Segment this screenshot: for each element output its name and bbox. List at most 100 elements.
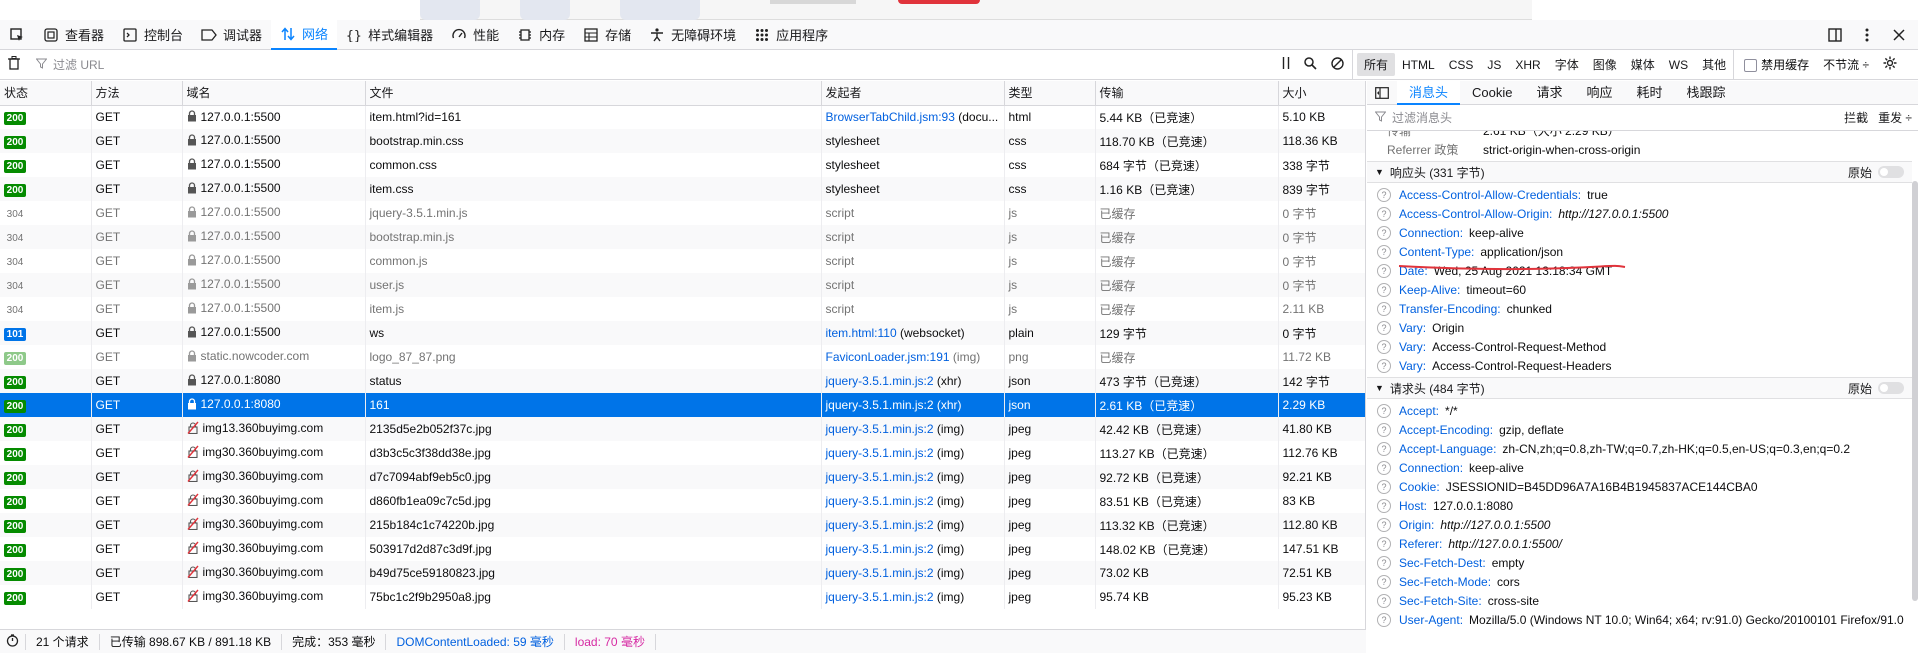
help-icon[interactable]: ? — [1377, 536, 1391, 551]
request-headers-section-header[interactable]: ▼ 请求头 (484 字节) 原始 — [1367, 377, 1912, 399]
details-tab[interactable]: 栈跟踪 — [1675, 81, 1738, 105]
column-header[interactable]: 类型 — [1004, 81, 1096, 106]
initiator-link[interactable]: jquery-3.5.1.min.js:2 — [826, 398, 934, 412]
headers-filter[interactable]: 过滤消息头 拦截 重发 ÷ — [1367, 105, 1918, 131]
raw-toggle[interactable]: 原始 — [1848, 164, 1912, 181]
resend-button[interactable]: 重发 ÷ — [1878, 109, 1912, 126]
request-row[interactable]: 200 GET img30.360buyimg.com b49d75ce5918082… — [0, 561, 1365, 585]
help-icon[interactable]: ? — [1377, 301, 1391, 316]
tab-inspector[interactable]: 查看器 — [34, 20, 113, 50]
initiator-link[interactable]: jquery-3.5.1.min.js:2 — [826, 590, 934, 604]
details-tab[interactable]: 请求 — [1524, 81, 1574, 105]
request-headers-row[interactable]: ? Host: 127.0.0.1:8080 — [1367, 496, 1912, 515]
response-headers-row[interactable]: ? Vary: Access-Control-Request-Headers — [1367, 356, 1912, 375]
help-icon[interactable]: ? — [1377, 498, 1391, 513]
column-header[interactable]: 大小 — [1278, 81, 1365, 106]
request-row[interactable]: 200 GET 127.0.0.1:8080 status jquery-3.5.1.m… — [0, 369, 1365, 393]
initiator-link[interactable]: jquery-3.5.1.min.js:2 — [826, 374, 934, 388]
request-row[interactable]: 200 GET static.nowcoder.com logo_87_87.png F… — [0, 345, 1365, 369]
request-row[interactable]: 200 GET 127.0.0.1:5500 item.html?id=161 Brow… — [0, 105, 1365, 129]
response-headers-row[interactable]: ? Vary: Access-Control-Request-Method — [1367, 337, 1912, 356]
toggle-switch[interactable] — [1878, 382, 1904, 394]
request-row[interactable]: 304 GET 127.0.0.1:5500 bootstrap.min.js scri… — [0, 225, 1365, 249]
request-row[interactable]: 200 GET img13.360buyimg.com 2135d5e2b052f37… — [0, 417, 1365, 441]
type-filter-button[interactable]: WS — [1662, 55, 1695, 75]
help-icon[interactable]: ? — [1377, 339, 1391, 354]
help-icon[interactable]: ? — [1377, 206, 1391, 221]
initiator-link[interactable]: jquery-3.5.1.min.js:2 — [826, 470, 934, 484]
request-headers-row[interactable]: ? Sec-Fetch-Mode: cors — [1367, 572, 1912, 591]
details-scrollbar[interactable] — [1912, 181, 1918, 601]
help-icon[interactable]: ? — [1377, 263, 1391, 278]
type-filter-button[interactable]: 其他 — [1695, 53, 1733, 76]
request-row[interactable]: 200 GET img30.360buyimg.com 503917d2d87c3d9… — [0, 537, 1365, 561]
help-icon[interactable]: ? — [1377, 320, 1391, 335]
response-headers-row[interactable]: ? Keep-Alive: timeout=60 — [1367, 280, 1912, 299]
initiator-link[interactable]: BrowserTabChild.jsm:93 — [826, 110, 955, 124]
column-header[interactable]: 文件 — [365, 81, 822, 106]
tab-debugger[interactable]: 调试器 — [192, 20, 271, 50]
settings-gear-icon[interactable] — [1883, 56, 1897, 73]
tab-application[interactable]: 应用程序 — [745, 20, 837, 50]
tab-console[interactable]: 控制台 — [113, 20, 192, 50]
initiator-link[interactable]: jquery-3.5.1.min.js:2 — [826, 446, 934, 460]
type-filter-button[interactable]: 所有 — [1357, 53, 1396, 76]
response-headers-row[interactable]: ? Access-Control-Allow-Credentials: true — [1367, 185, 1912, 204]
element-picker-button[interactable] — [0, 20, 34, 50]
request-row[interactable]: 304 GET 127.0.0.1:5500 jquery-3.5.1.min.js s… — [0, 201, 1365, 225]
details-tab[interactable]: 耗时 — [1625, 81, 1675, 105]
type-filter-button[interactable]: JS — [1480, 55, 1508, 75]
dock-icon[interactable] — [1824, 24, 1846, 46]
initiator-link[interactable]: jquery-3.5.1.min.js:2 — [826, 422, 934, 436]
response-headers-row[interactable]: ? Content-Type: application/json — [1367, 242, 1912, 261]
disable-cache-checkbox[interactable]: 禁用缓存 — [1744, 56, 1809, 73]
initiator-link[interactable]: jquery-3.5.1.min.js:2 — [826, 518, 934, 532]
column-header[interactable]: 方法 — [91, 81, 183, 106]
column-header[interactable]: 状态 — [0, 81, 92, 106]
column-header[interactable]: 发起者 — [821, 81, 1005, 106]
type-filter-button[interactable]: 字体 — [1548, 53, 1586, 76]
request-row[interactable]: 200 GET 127.0.0.1:5500 common.css stylesheet… — [0, 153, 1365, 177]
details-tab[interactable]: 消息头 — [1397, 80, 1461, 105]
help-icon[interactable]: ? — [1377, 593, 1391, 608]
request-row[interactable]: 200 GET img30.360buyimg.com 215b184c1c74220… — [0, 513, 1365, 537]
initiator-link[interactable]: item.html:110 — [826, 326, 897, 340]
help-icon[interactable]: ? — [1377, 574, 1391, 589]
request-row[interactable]: 200 GET 127.0.0.1:5500 item.css stylesheet cs… — [0, 177, 1365, 201]
column-header[interactable]: 传输 — [1095, 81, 1279, 106]
request-headers-row[interactable]: ? Accept-Encoding: gzip, deflate — [1367, 420, 1912, 439]
request-headers-row[interactable]: ? Referer: http://127.0.0.1:5500/ — [1367, 534, 1912, 553]
request-headers-row[interactable]: ? Connection: keep-alive — [1367, 458, 1912, 477]
request-row[interactable]: 200 GET 127.0.0.1:5500 bootstrap.min.css sty… — [0, 129, 1365, 153]
help-icon[interactable]: ? — [1377, 244, 1391, 259]
tab-network[interactable]: 网络 — [271, 19, 338, 50]
help-icon[interactable]: ? — [1377, 403, 1391, 418]
initiator-link[interactable]: jquery-3.5.1.min.js:2 — [826, 566, 934, 580]
response-headers-row[interactable]: ? Transfer-Encoding: chunked — [1367, 299, 1912, 318]
type-filter-button[interactable]: HTML — [1395, 55, 1442, 75]
request-row[interactable]: 101 GET 127.0.0.1:5500 ws item.html:110 (web… — [0, 321, 1365, 345]
type-filter-button[interactable]: CSS — [1442, 55, 1481, 75]
response-headers-row[interactable]: ? Vary: Origin — [1367, 318, 1912, 337]
response-headers-section-header[interactable]: ▼ 响应头 (331 字节) 原始 — [1367, 161, 1912, 183]
search-icon[interactable] — [1304, 56, 1317, 73]
request-row[interactable]: 304 GET 127.0.0.1:5500 item.js script js 已缓存 2.… — [0, 297, 1365, 321]
request-row[interactable]: 200 GET img30.360buyimg.com d860fb1ea09c7c5… — [0, 489, 1365, 513]
block-icon[interactable] — [1331, 56, 1344, 73]
request-headers-row[interactable]: ? User-Agent: Mozilla/5.0 (Windows NT 10.0… — [1367, 610, 1912, 644]
help-icon[interactable]: ? — [1377, 422, 1391, 437]
initiator-link[interactable]: jquery-3.5.1.min.js:2 — [826, 542, 934, 556]
help-icon[interactable]: ? — [1377, 187, 1391, 202]
details-tab[interactable]: 响应 — [1575, 81, 1625, 105]
request-headers-row[interactable]: ? Cookie: JSESSIONID=B45DD96A7A16B4B194583… — [1367, 477, 1912, 496]
help-icon[interactable]: ? — [1377, 555, 1391, 570]
type-filter-button[interactable]: 媒体 — [1624, 53, 1662, 76]
request-headers-row[interactable]: ? Origin: http://127.0.0.1:5500 — [1367, 515, 1912, 534]
tab-accessibility[interactable]: 无障碍环境 — [640, 20, 745, 50]
tab-performance[interactable]: 性能 — [442, 20, 508, 50]
request-headers-row[interactable]: ? Accept-Language: zh-CN,zh;q=0.8,zh-TW;q=… — [1367, 439, 1912, 458]
response-headers-row[interactable]: ? Connection: keep-alive — [1367, 223, 1912, 242]
help-icon[interactable]: ? — [1377, 282, 1391, 297]
help-icon[interactable]: ? — [1377, 358, 1391, 373]
request-row[interactable]: 200 GET 127.0.0.1:8080 161 jquery-3.5.1.min.… — [0, 393, 1365, 417]
